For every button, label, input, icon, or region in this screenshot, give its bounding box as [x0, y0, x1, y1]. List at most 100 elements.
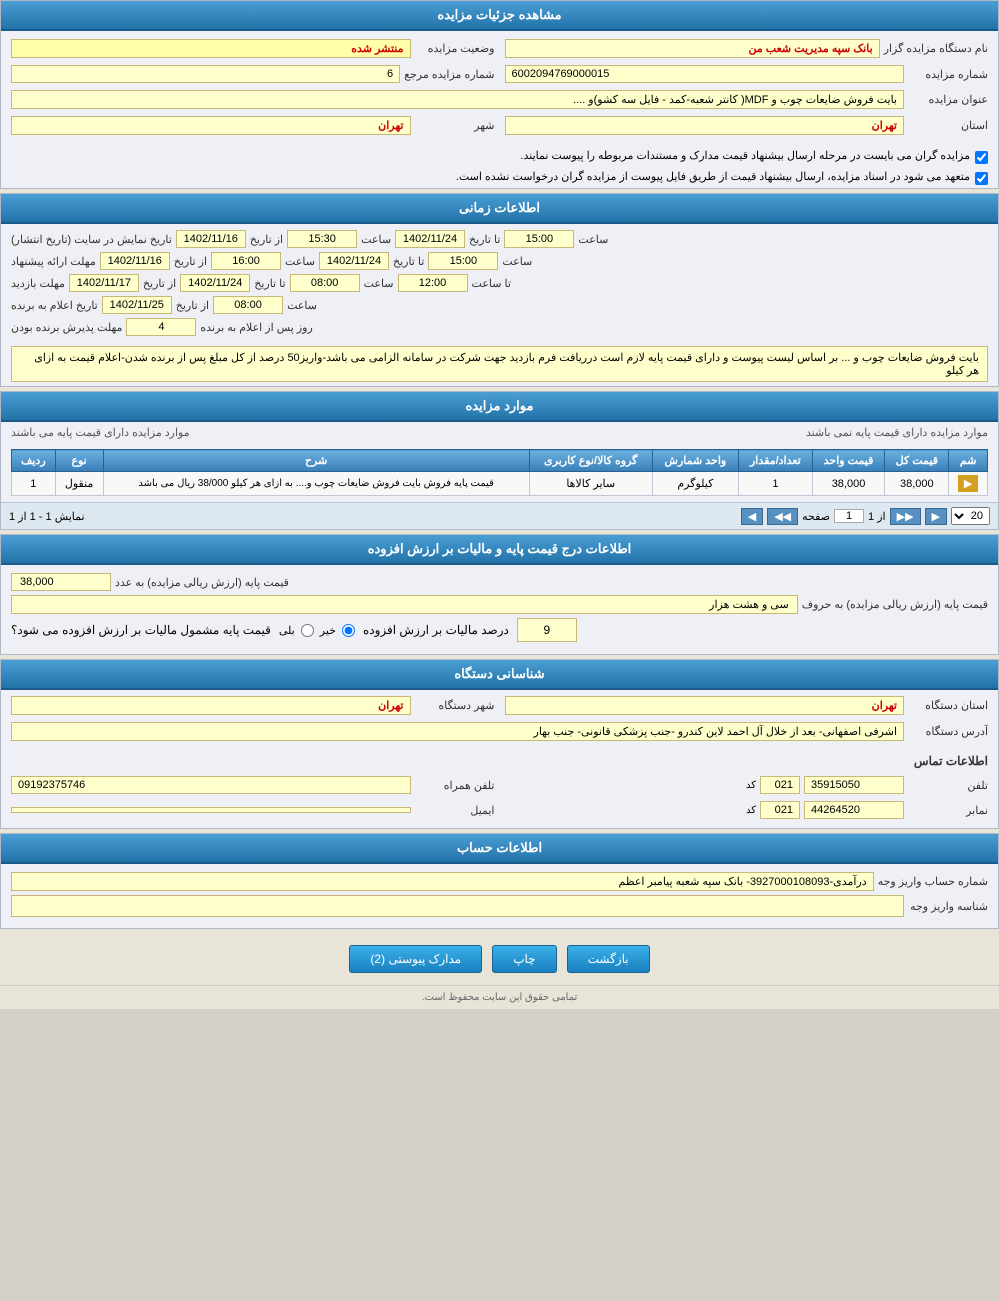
ref-value: 6	[11, 65, 400, 83]
ref-number-row: شماره مزایده مرجع 6	[11, 65, 495, 83]
base-price-title: اطلاعات درج قیمت پایه و مالیات بر ارزش ا…	[368, 541, 632, 556]
visit-to-date: 1402/11/24	[180, 274, 250, 292]
visit-from-date-label: از تاریخ	[143, 277, 176, 290]
device-info-section: شناسانی دستگاه استان دستگاه تهران شهر دس…	[0, 659, 999, 829]
items-table-section: شم قیمت کل قیمت واحد تعداد/مقدار واحد شم…	[1, 443, 998, 502]
city-label: شهر	[415, 119, 495, 132]
display-label: تاریخ نمایش در سایت (تاریخ انتشار)	[11, 233, 172, 246]
footer-note: تمامی حقوق این سایت محفوظ است.	[0, 985, 999, 1009]
device-city-row: شهر دستگاه تهران	[11, 696, 495, 715]
cell-unit: کیلوگرم	[652, 472, 738, 496]
vat-no-label: خیر	[320, 624, 336, 637]
base-price-num-value: 38,000	[11, 573, 111, 591]
status-value: منتشر شده	[11, 39, 411, 58]
display-to-time: 15:00	[504, 230, 574, 248]
device-info-header: شناسانی دستگاه	[1, 660, 998, 690]
number-label: شماره مزایده	[908, 68, 988, 81]
checkbox2[interactable]	[975, 172, 988, 185]
page-next2-btn[interactable]: ▶▶	[890, 508, 921, 525]
base-price-text-row: قیمت پایه (ارزش ریالی مزایده) به حروف سی…	[11, 595, 988, 614]
fax-value: 44264520	[804, 801, 904, 819]
winner-date-label: از تاریخ	[176, 299, 209, 312]
pagination-row: 20 ▶ ▶▶ از 1 صفحه ◀◀ ◀ نمایش 1 - 1 از 1	[1, 502, 998, 529]
fax-code: 021	[760, 801, 800, 819]
visit-to-date-label: تا تاریخ	[254, 277, 285, 290]
visit-to-time-label: تا ساعت	[472, 277, 511, 290]
auction-details-section: مشاهده جزئیات مزایده نام دستگاه مزایده گ…	[0, 0, 999, 189]
cell-row: 1	[12, 472, 56, 496]
phone-code: 021	[760, 776, 800, 794]
winner-date: 1402/11/25	[102, 296, 172, 314]
device-address-label: آدرس دستگاه	[908, 725, 988, 738]
acceptance-row: روز پس از اعلام به برنده 4 مهلت پذیرش بر…	[11, 318, 988, 336]
mobile-label: تلفن همراه	[415, 779, 495, 792]
display-to-date: 1402/11/24	[395, 230, 465, 248]
auction-number-row: شماره مزایده 6002094769000015	[505, 65, 989, 83]
title-value: بایت فروش ضایعات چوب و MDF( کانتر شعبه-ک…	[11, 90, 904, 109]
province-label: استان	[908, 119, 988, 132]
visit-time-row: تا ساعت 12:00 ساعت 08:00 تا تاریخ 1402/1…	[11, 274, 988, 292]
back-button[interactable]: بازگشت	[567, 945, 650, 973]
bank-section-title: اطلاعات حساب	[457, 840, 542, 855]
account-label: شماره حساب واریز وجه	[878, 875, 988, 888]
col-group: گروه کالا/نوع کاربری	[529, 450, 652, 472]
vat-percent-value: 9	[544, 623, 551, 637]
email-label: ایمیل	[415, 804, 495, 817]
vat-no-radio[interactable]	[342, 624, 355, 637]
fax-row: نمابر 44264520 021 کد	[505, 801, 989, 819]
city-row: شهر تهران	[11, 116, 495, 135]
checkbox1[interactable]	[975, 151, 988, 164]
device-section-title: شناسانی دستگاه	[454, 666, 544, 681]
winner-time: 08:00	[213, 296, 283, 314]
visit-to-time: 12:00	[398, 274, 468, 292]
vat-question: قیمت پایه مشمول مالیات بر ارزش افزوده می…	[11, 623, 271, 637]
mobile-value: 09192375746	[11, 776, 411, 794]
vat-yes-radio[interactable]	[301, 624, 314, 637]
cell-unit-price: 38,000	[812, 472, 885, 496]
display-from-date-label: از تاریخ	[250, 233, 283, 246]
cell-qty: 1	[739, 472, 813, 496]
print-button[interactable]: چاپ	[492, 945, 556, 973]
phone-label: تلفن	[908, 779, 988, 792]
desc-box: بایت فروش ضایعات چوب و ... بر اساس لیست …	[11, 346, 988, 382]
sheba-label: شناسه واریز وجه	[908, 900, 988, 913]
bank-info-header: اطلاعات حساب	[1, 834, 998, 864]
offer-time-row: ساعت 15:00 تا تاریخ 1402/11/24 ساعت 16:0…	[11, 252, 988, 270]
row-arrow-btn[interactable]: ▶	[958, 475, 978, 492]
offer-to-time: 15:00	[428, 252, 498, 270]
table-row: ▶ 38,000 38,000 1 کیلوگرم سایر کالاها قی…	[12, 472, 988, 496]
time-info-section: اطلاعات زمانی ساعت 15:00 تا تاریخ 1402/1…	[0, 193, 999, 387]
acceptance-label: مهلت پذیرش برنده بودن	[11, 321, 122, 334]
cell-type: منقول	[55, 472, 103, 496]
vat-yes-label: بلی	[279, 624, 295, 637]
notice-base-no: موارد مزایده دارای قیمت پایه نمی باشند	[806, 426, 988, 439]
page-prev-btn[interactable]: ◀	[741, 508, 763, 525]
display-to-date-label: تا تاریخ	[469, 233, 500, 246]
device-city-value: تهران	[11, 696, 411, 715]
checkbox1-row: مزایده گران می بایست در مرحله ارسال بیشن…	[1, 146, 998, 167]
page-prev2-btn[interactable]: ◀◀	[767, 508, 798, 525]
vat-radio-row[interactable]: خیر بلی	[279, 620, 355, 641]
device-address-value: اشرفی اصفهانی- بعد از خلال آل احمد لاین …	[11, 722, 904, 741]
checkbox2-row: متعهد می شود در اسناد مزایده، ارسال بیشن…	[1, 167, 998, 188]
page-controls[interactable]: 20 ▶ ▶▶ از 1 صفحه ◀◀ ◀	[741, 507, 990, 525]
email-value	[11, 807, 411, 813]
per-page-select[interactable]: 20	[951, 507, 990, 525]
display-time-label: ساعت	[578, 233, 608, 246]
visit-from-date: 1402/11/17	[69, 274, 139, 292]
notice-base-yes: موارد مزایده دارای قیمت پایه می باشند	[11, 426, 190, 439]
page-input[interactable]	[834, 509, 864, 523]
offer-from-date: 1402/11/16	[100, 252, 170, 270]
docs-button[interactable]: مدارک پیوستی (2)	[349, 945, 482, 973]
base-price-num-row: قیمت پایه (ارزش ریالی مزایده) به عدد 38,…	[11, 573, 988, 591]
city-value: تهران	[11, 116, 411, 135]
display-time-row: ساعت 15:00 تا تاریخ 1402/11/24 ساعت 15:3…	[11, 230, 988, 248]
status-row: وضعیت مزایده منتشر شده	[11, 39, 495, 58]
winner-time-row: ساعت 08:00 از تاریخ 1402/11/25 تاریخ اعل…	[11, 296, 988, 314]
email-row: ایمیل	[11, 801, 495, 819]
account-value: درآمدی-3927000108093- بانک سپه شعبه پیام…	[11, 872, 874, 891]
visit-from-time-label: ساعت	[364, 277, 394, 290]
province-value: تهران	[505, 116, 905, 135]
cell-num[interactable]: ▶	[949, 472, 988, 496]
page-next-btn[interactable]: ▶	[925, 508, 947, 525]
